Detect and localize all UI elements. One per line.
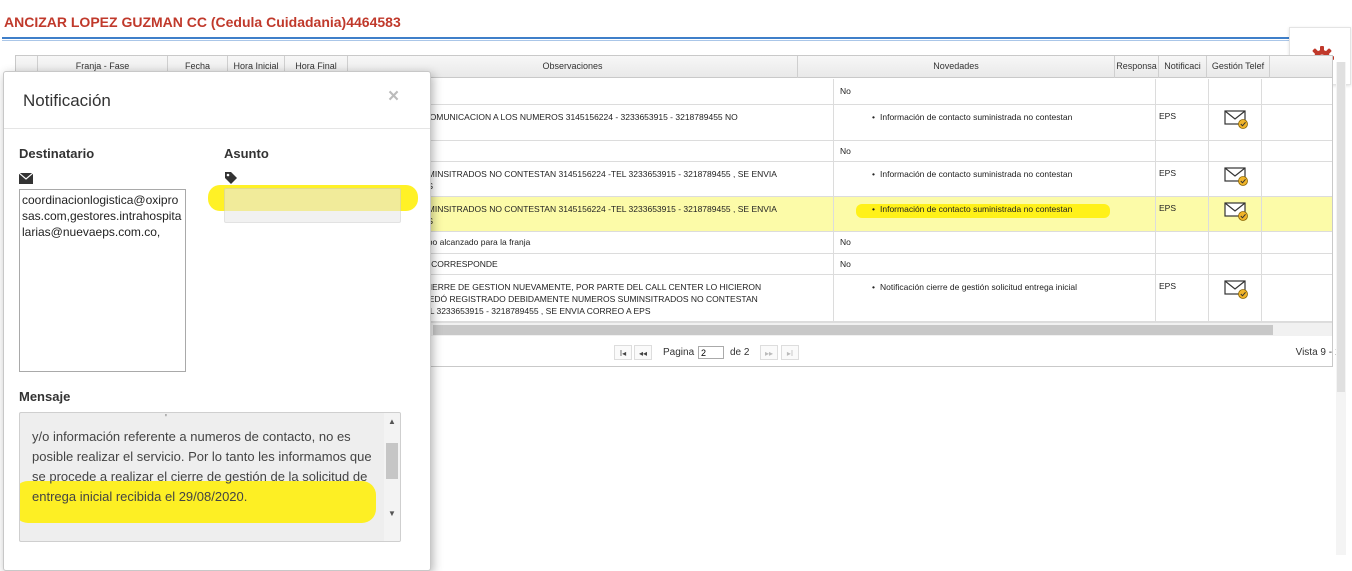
last-page-button[interactable]: ▸I	[781, 345, 799, 360]
mensaje-text: y/o información referente a numeros de c…	[32, 429, 372, 504]
resp-cell	[1156, 79, 1209, 104]
destinatario-label: Destinatario	[19, 146, 95, 161]
mensaje-scrollbar[interactable]: ▲ ▼	[384, 413, 400, 541]
page-number-input[interactable]	[698, 346, 724, 359]
col-header-gestion-telefonica[interactable]: Gestión Telef	[1207, 56, 1270, 78]
envelope-check-icon[interactable]	[1224, 202, 1250, 222]
vertical-scrollbar-thumb[interactable]	[1337, 62, 1345, 392]
col-header-responsable[interactable]: Responsa	[1115, 56, 1159, 78]
novedades-cell: Información de contacto suministrada no …	[834, 162, 1156, 196]
page: ANCIZAR LOPEZ GUZMAN CC (Cedula Cuidadan…	[0, 0, 1352, 571]
envelope-check-icon[interactable]	[1224, 110, 1250, 130]
asunto-field[interactable]	[224, 188, 401, 223]
gestion-cell	[1209, 162, 1262, 196]
gestion-cell	[1209, 232, 1262, 253]
pagina-label: Pagina	[663, 347, 695, 358]
novedades-cell: No	[834, 79, 1156, 104]
prev-page-button[interactable]: ◂◂	[634, 345, 652, 360]
novedades-cell: Notificación cierre de gestión solicitud…	[834, 275, 1156, 321]
novedades-cell: No	[834, 232, 1156, 253]
resp-cell	[1156, 254, 1209, 274]
close-icon[interactable]: ×	[388, 86, 399, 108]
title-divider-light	[2, 40, 1342, 41]
vertical-scrollbar[interactable]	[1336, 62, 1346, 555]
modal-divider	[4, 128, 430, 129]
mensaje-field[interactable]: ' y/o información referente a numeros de…	[19, 412, 401, 542]
novedades-cell: Información de contacto suministrada no …	[834, 105, 1156, 140]
resp-cell: EPS	[1156, 162, 1209, 196]
envelope-check-icon[interactable]	[1224, 167, 1250, 187]
col-header-notificacion[interactable]: Notificaci	[1159, 56, 1207, 78]
gestion-cell	[1209, 254, 1262, 274]
mensaje-scrollbar-thumb[interactable]	[386, 443, 398, 479]
envelope-icon	[19, 173, 33, 184]
mensaje-top-fragment: '	[165, 413, 167, 424]
novedades-cell: No	[834, 254, 1156, 274]
destinatario-field[interactable]: coordinacionlogistica@oxiprosas.com,gest…	[19, 189, 186, 372]
tag-icon	[225, 172, 237, 184]
modal-title: Notificación	[23, 91, 111, 110]
patient-title: ANCIZAR LOPEZ GUZMAN CC (Cedula Cuidadan…	[4, 14, 401, 30]
envelope-check-icon[interactable]	[1224, 280, 1250, 300]
resp-cell	[1156, 141, 1209, 161]
scroll-down-icon[interactable]: ▼	[388, 509, 396, 518]
horizontal-scrollbar-thumb[interactable]	[433, 325, 1273, 335]
novedades-cell: Información de contacto suministrada no …	[834, 197, 1156, 231]
mensaje-label: Mensaje	[19, 389, 71, 404]
horizontal-scrollbar[interactable]	[431, 322, 1332, 336]
resp-cell	[1156, 232, 1209, 253]
scroll-up-icon[interactable]: ▲	[388, 417, 396, 426]
col-header-novedades[interactable]: Novedades	[798, 56, 1115, 78]
asunto-label: Asunto	[224, 146, 269, 161]
gestion-cell	[1209, 197, 1262, 231]
resp-cell: EPS	[1156, 275, 1209, 321]
resp-cell: EPS	[1156, 197, 1209, 231]
gestion-cell	[1209, 105, 1262, 140]
novedades-cell: No	[834, 141, 1156, 161]
page-total-label: de 2	[730, 347, 750, 358]
resp-cell: EPS	[1156, 105, 1209, 140]
gestion-cell	[1209, 275, 1262, 321]
pager: I◂ ◂◂ Pagina de 2 ▸▸ ▸I Vista 9 - 16	[431, 342, 1346, 364]
gestion-cell	[1209, 141, 1262, 161]
first-page-button[interactable]: I◂	[614, 345, 632, 360]
gestion-cell	[1209, 79, 1262, 104]
notification-modal: Notificación × Destinatario coordinacion…	[3, 71, 431, 571]
next-page-button[interactable]: ▸▸	[760, 345, 778, 360]
title-divider	[2, 37, 1342, 39]
